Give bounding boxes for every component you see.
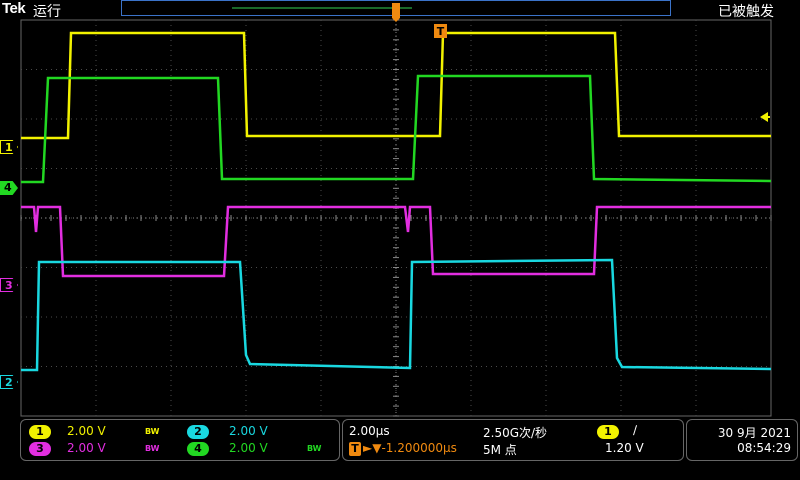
timebase-trigger-panel[interactable]: 2.00μs 2.50G次/秒 1 ∕ T ►▼-1.200000μs 5M 点… xyxy=(342,419,684,461)
ch1-scale: 2.00 V xyxy=(67,424,106,438)
trigger-level: 1.20 V xyxy=(605,441,644,455)
sample-rate: 2.50G次/秒 xyxy=(483,426,548,440)
trigger-t-icon: T xyxy=(349,442,361,456)
ch2-badge[interactable]: 2 xyxy=(187,425,209,439)
ch2-scale: 2.00 V xyxy=(229,424,268,438)
ch3-scale: 2.00 V xyxy=(67,441,106,455)
graticule xyxy=(20,19,772,417)
ch3-bw-indicator: BW xyxy=(145,444,160,453)
waveforms xyxy=(21,31,772,372)
horizontal-position: ►▼-1.200000μs xyxy=(363,441,457,455)
horizontal-scale: 2.00μs xyxy=(349,424,390,438)
trigger-slope-icon: ∕ xyxy=(633,423,638,437)
trigger-source-badge[interactable]: 1 xyxy=(597,425,619,439)
ch4-bw-indicator: BW xyxy=(307,444,322,453)
ch3-badge[interactable]: 3 xyxy=(29,442,51,456)
channel-readout-panel[interactable]: 1 2.00 V BW 2 2.00 V 3 2.00 V BW 4 2.00 … xyxy=(20,419,340,461)
trigger-time-marker: T xyxy=(434,24,447,38)
ch4-badge[interactable]: 4 xyxy=(187,442,209,456)
ch4-scale: 2.00 V xyxy=(229,441,268,455)
waveform-display[interactable]: T xyxy=(0,0,800,480)
trigger-position-marker[interactable] xyxy=(392,3,400,22)
datetime-panel: 30 9月 2021 08:54:29 xyxy=(686,419,798,461)
record-length: 5M 点 xyxy=(483,443,517,457)
time-label: 08:54:29 xyxy=(737,441,791,455)
date-label: 30 9月 2021 xyxy=(717,426,791,440)
ch1-bw-indicator: BW xyxy=(145,427,160,436)
svg-text:T: T xyxy=(437,25,445,38)
ch1-badge[interactable]: 1 xyxy=(29,425,51,439)
